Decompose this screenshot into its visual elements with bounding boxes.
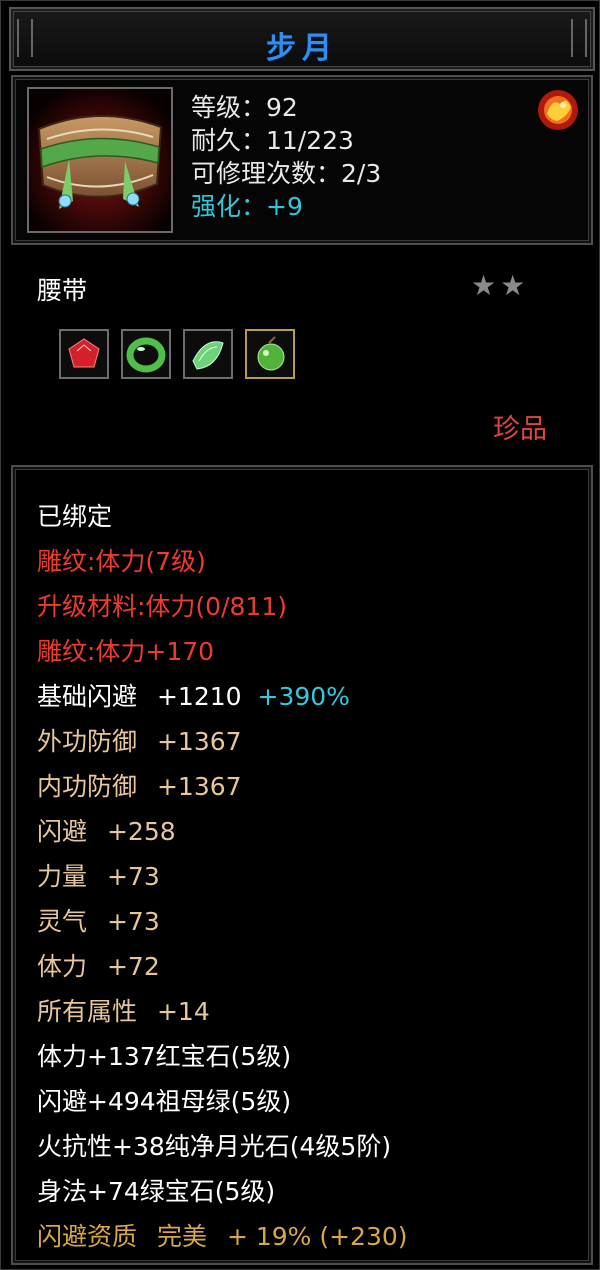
- fire-seal-icon: [535, 87, 581, 133]
- gem-bonus-line: 火抗性+38纯净月光石(4级5阶): [37, 1132, 392, 1161]
- item-durability: 耐久：11/223: [191, 126, 354, 155]
- dodge-label: 闪避: [37, 817, 88, 846]
- stamina-label: 体力: [37, 952, 88, 981]
- all-attributes-label: 所有属性: [37, 997, 138, 1026]
- engrave-line: 雕纹:体力(7级): [37, 547, 206, 576]
- title-bar: 步月: [9, 7, 595, 71]
- base-dodge-percent: +390%: [257, 682, 350, 711]
- gem-bonus-line: 闪避+494祖母绿(5级): [37, 1087, 292, 1116]
- outer-defense-line: 外功防御 +1367: [37, 722, 242, 758]
- strength-line: 力量 +73: [37, 857, 160, 893]
- gem-bonus-line: 体力+137红宝石(5级): [37, 1042, 292, 1071]
- spirit-label: 灵气: [37, 907, 88, 936]
- spirit-value: +73: [106, 907, 160, 936]
- bound-status: 已绑定: [37, 502, 113, 531]
- belt-image: [29, 89, 171, 231]
- inner-defense-value: +1367: [156, 772, 242, 801]
- item-repair-count: 可修理次数：2/3: [191, 159, 382, 188]
- rarity-label: 珍品: [493, 414, 547, 445]
- stamina-line: 体力 +72: [37, 947, 160, 983]
- item-level: 等级：92: [191, 93, 298, 122]
- item-tooltip: 步月 等级：92 耐久：11/223 可修理次数：2/3 强化：+9 腰带 ★★…: [0, 0, 600, 1270]
- red-gem-icon[interactable]: [59, 329, 109, 379]
- base-dodge-value: +1210: [156, 682, 242, 711]
- green-crystal-gem-icon[interactable]: [183, 329, 233, 379]
- star-rating: ★★: [471, 269, 530, 302]
- strength-label: 力量: [37, 862, 88, 891]
- item-type: 腰带: [37, 276, 88, 305]
- base-dodge-line: 基础闪避 +1210 +390%: [37, 677, 350, 713]
- strength-value: +73: [106, 862, 160, 891]
- base-dodge-label: 基础闪避: [37, 682, 138, 711]
- green-fruit-gem-icon[interactable]: [245, 329, 295, 379]
- quality-label: 闪避资质: [37, 1222, 138, 1251]
- all-attributes-value: +14: [156, 997, 210, 1026]
- item-name: 步月: [266, 31, 338, 66]
- spirit-line: 灵气 +73: [37, 902, 160, 938]
- stamina-value: +72: [106, 952, 160, 981]
- all-attributes-line: 所有属性 +14: [37, 992, 210, 1028]
- inner-defense-line: 内功防御 +1367: [37, 767, 242, 803]
- attributes-panel: 已绑定 雕纹:体力(7级) 升级材料:体力(0/811) 雕纹:体力+170 基…: [11, 465, 593, 1265]
- quality-value: + 19% (+230): [226, 1222, 408, 1251]
- quality-line: 闪避资质 完美 + 19% (+230): [37, 1217, 408, 1253]
- quality-grade: 完美: [156, 1222, 207, 1251]
- dodge-line: 闪避 +258: [37, 812, 176, 848]
- outer-defense-value: +1367: [156, 727, 242, 756]
- outer-defense-label: 外功防御: [37, 727, 138, 756]
- dodge-value: +258: [106, 817, 176, 846]
- item-header: 等级：92 耐久：11/223 可修理次数：2/3 强化：+9: [11, 75, 593, 245]
- upgrade-material-line: 升级材料:体力(0/811): [37, 592, 287, 621]
- waist-belt-icon: [27, 87, 173, 233]
- item-enhance: 强化：+9: [191, 192, 303, 221]
- item-stats: 等级：92 耐久：11/223 可修理次数：2/3 强化：+9: [191, 91, 381, 223]
- green-ring-gem-icon[interactable]: [121, 329, 171, 379]
- gem-bonus-line: 身法+74绿宝石(5级): [37, 1177, 276, 1206]
- engrave-bonus-line: 雕纹:体力+170: [37, 637, 215, 666]
- inner-defense-label: 内功防御: [37, 772, 138, 801]
